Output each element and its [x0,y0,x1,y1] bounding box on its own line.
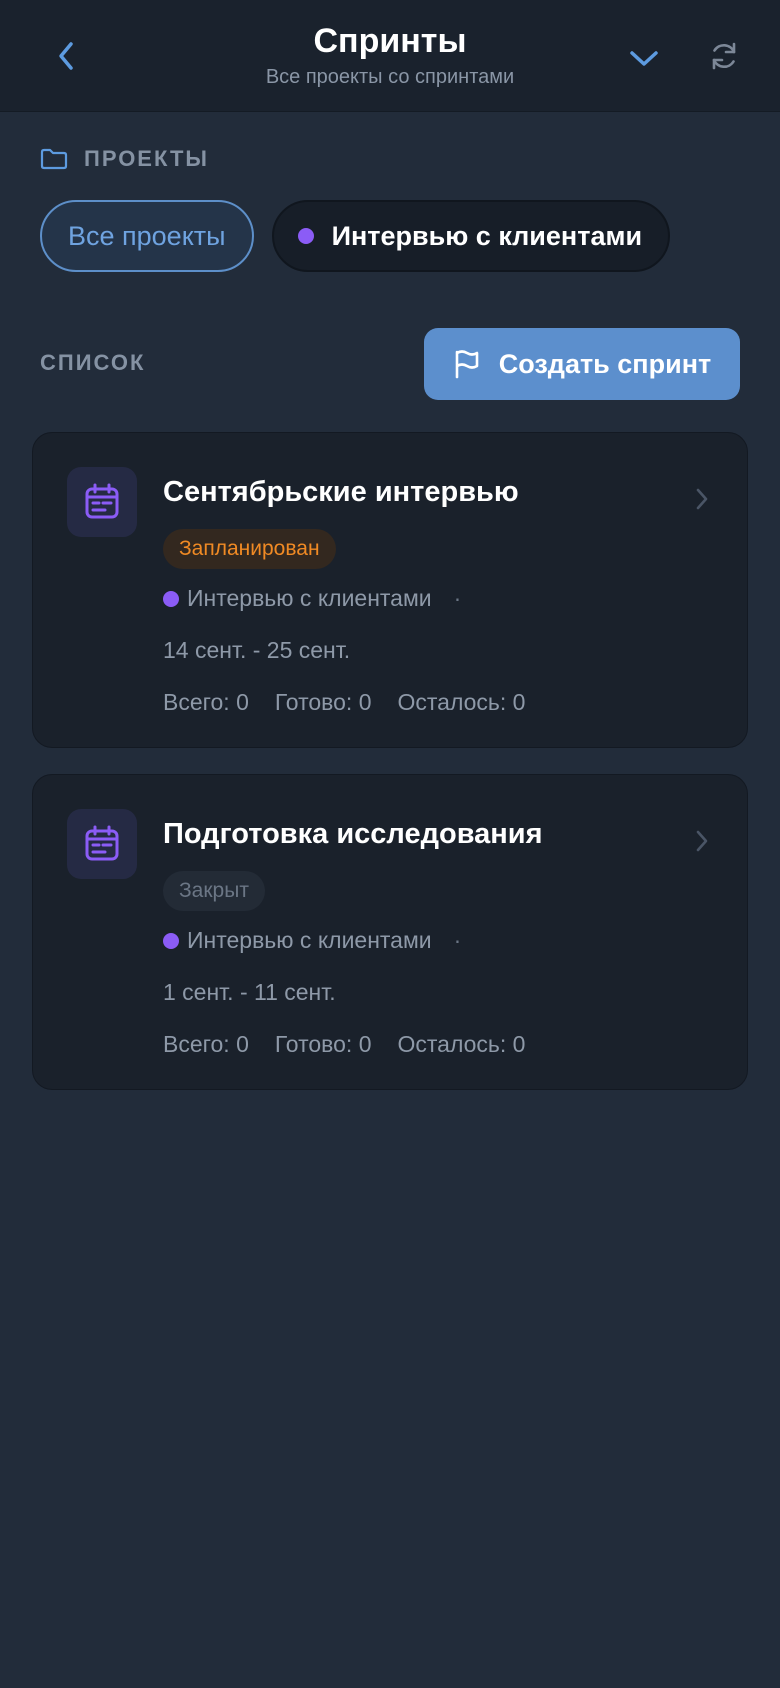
chevron-right-icon [696,830,708,852]
create-sprint-button[interactable]: Создать спринт [424,328,740,400]
project-color-dot [297,228,314,244]
chip-project-customer-interviews[interactable]: Интервью с клиентами [271,200,671,272]
status-badge: Закрыт [163,871,265,911]
stat-total: Всего: 0 [163,689,249,715]
dropdown-button[interactable] [624,38,664,78]
sprint-dates: 1 сент. - 11 сент. [163,979,336,1005]
sprint-project-name: Интервью с клиентами [187,585,432,611]
page-title: Спринты [313,22,467,60]
project-filter-chips: Все проекты Интервью с клиентами [40,200,671,272]
sprint-name: Подготовка исследования [163,818,543,850]
sprint-name: Сентябрьские интервью [163,476,519,508]
sprint-icon-tile [67,467,137,537]
sprint-stats: Всего: 0 Готово: 0 Осталось: 0 [163,1031,525,1058]
chip-label: Интервью с клиентами [331,220,643,251]
back-button[interactable] [48,36,84,76]
status-badge: Запланирован [163,529,336,569]
chip-all-projects[interactable]: Все проекты [40,200,254,272]
create-sprint-label: Создать спринт [498,348,712,379]
refresh-icon [712,42,736,70]
sprint-project-name: Интервью с клиентами [187,927,432,953]
list-section-label: СПИСОК [40,350,146,375]
sprint-card[interactable]: Подготовка исследования Закрыт Интервью … [32,774,748,1090]
stat-remaining: Осталось: 0 [397,1031,526,1057]
stat-remaining: Осталось: 0 [397,689,526,715]
project-color-dot [163,590,179,607]
chevron-left-icon [59,42,73,70]
sprint-icon-tile [67,809,137,879]
chevron-down-icon [630,51,658,66]
sprint-project: Интервью с клиентами · [163,585,461,612]
stat-done: Готово: 0 [274,1031,372,1057]
project-color-dot [163,932,179,949]
projects-section-label: ПРОЕКТЫ [84,146,209,171]
stat-done: Готово: 0 [274,689,372,715]
refresh-button[interactable] [704,36,744,76]
chip-label: Все проекты [68,220,226,251]
stat-total: Всего: 0 [163,1031,249,1057]
separator: · [453,927,462,953]
chevron-right-icon [696,488,708,510]
flag-icon [455,350,479,379]
sprint-card[interactable]: Сентябрьские интервью Запланирован Интер… [32,432,748,748]
app-header: Спринты Все проекты со спринтами [0,0,780,112]
sprint-dates: 14 сент. - 25 сент. [163,637,351,663]
projects-section-header: ПРОЕКТЫ [40,144,209,174]
header-title-group: Спринты Все проекты со спринтами [150,20,630,90]
page-subtitle: Все проекты со спринтами [265,66,515,88]
calendar-icon [85,483,119,519]
sprint-project: Интервью с клиентами · [163,927,461,954]
separator: · [453,585,462,611]
sprint-stats: Всего: 0 Готово: 0 Осталось: 0 [163,689,525,716]
calendar-icon [85,825,119,861]
folder-icon [40,148,68,170]
